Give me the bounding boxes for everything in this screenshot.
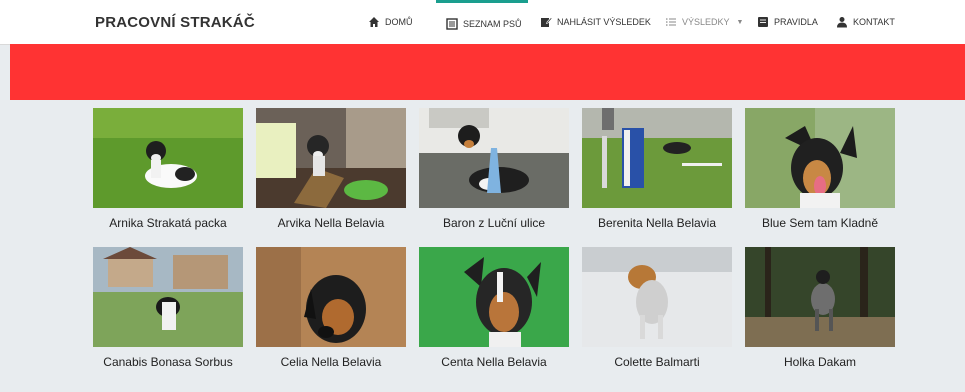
user-icon	[836, 16, 848, 28]
dog-photo[interactable]	[93, 247, 243, 347]
dog-photo[interactable]	[419, 108, 569, 208]
book-icon	[757, 16, 769, 28]
dog-card[interactable]: Holka Dakam	[745, 247, 895, 369]
dog-card[interactable]: Arnika Strakatá packa	[93, 108, 243, 230]
dog-name[interactable]: Arnika Strakatá packa	[93, 216, 243, 230]
edit-icon	[540, 16, 552, 28]
dog-name[interactable]: Blue Sem tam Kladně	[745, 216, 895, 230]
dog-card[interactable]: Blue Sem tam Kladně	[745, 108, 895, 230]
dog-photo[interactable]	[745, 247, 895, 347]
dog-card[interactable]: Baron z Luční ulice	[419, 108, 569, 230]
dog-name[interactable]: Berenita Nella Belavia	[582, 216, 732, 230]
dog-name[interactable]: Celia Nella Belavia	[256, 355, 406, 369]
dog-name[interactable]: Baron z Luční ulice	[419, 216, 569, 230]
nav-results-dropdown[interactable]: VÝSLEDKY ▼	[665, 0, 743, 44]
site-brand[interactable]: PRACOVNÍ STRAKÁČ	[95, 14, 255, 31]
dog-card[interactable]: Canabis Bonasa Sorbus	[93, 247, 243, 369]
dog-card[interactable]: Berenita Nella Belavia	[582, 108, 732, 230]
dog-photo[interactable]	[93, 108, 243, 208]
dog-card[interactable]: Centa Nella Belavia	[419, 247, 569, 369]
nav-report-label: NAHLÁSIT VÝSLEDEK	[557, 17, 651, 27]
dog-name[interactable]: Holka Dakam	[745, 355, 895, 369]
nav-report[interactable]: NAHLÁSIT VÝSLEDEK	[540, 0, 651, 44]
dog-photo[interactable]	[745, 108, 895, 208]
dog-photo[interactable]	[582, 108, 732, 208]
dog-photo[interactable]	[256, 247, 406, 347]
dog-card[interactable]: Arvika Nella Belavia	[256, 108, 406, 230]
list-ol-icon	[665, 16, 677, 28]
nav-contact[interactable]: KONTAKT	[836, 0, 895, 44]
dog-card[interactable]: Celia Nella Belavia	[256, 247, 406, 369]
dog-name[interactable]: Canabis Bonasa Sorbus	[93, 355, 243, 369]
dog-name[interactable]: Centa Nella Belavia	[419, 355, 569, 369]
top-navbar: PRACOVNÍ STRAKÁČ DOMŮ SEZNAM PSŮ NAHLÁSI…	[0, 0, 965, 45]
dog-photo[interactable]	[256, 108, 406, 208]
nav-contact-label: KONTAKT	[853, 17, 895, 27]
nav-home[interactable]: DOMŮ	[368, 0, 413, 44]
nav-rules[interactable]: PRAVIDLA	[757, 0, 818, 44]
nav-results-label: VÝSLEDKY	[682, 17, 730, 27]
nav-home-label: DOMŮ	[385, 17, 413, 27]
nav-dogs-label: SEZNAM PSŮ	[463, 18, 522, 29]
dog-card[interactable]: Colette Balmarti	[582, 247, 732, 369]
dog-name[interactable]: Arvika Nella Belavia	[256, 216, 406, 230]
home-icon	[368, 16, 380, 28]
nav-dogs[interactable]: SEZNAM PSŮ	[436, 0, 528, 44]
hero-banner	[10, 44, 965, 100]
nav-rules-label: PRAVIDLA	[774, 17, 818, 27]
chevron-down-icon: ▼	[736, 18, 744, 26]
dog-photo[interactable]	[582, 247, 732, 347]
list-icon	[446, 17, 458, 30]
dog-photo[interactable]	[419, 247, 569, 347]
dog-name[interactable]: Colette Balmarti	[582, 355, 732, 369]
